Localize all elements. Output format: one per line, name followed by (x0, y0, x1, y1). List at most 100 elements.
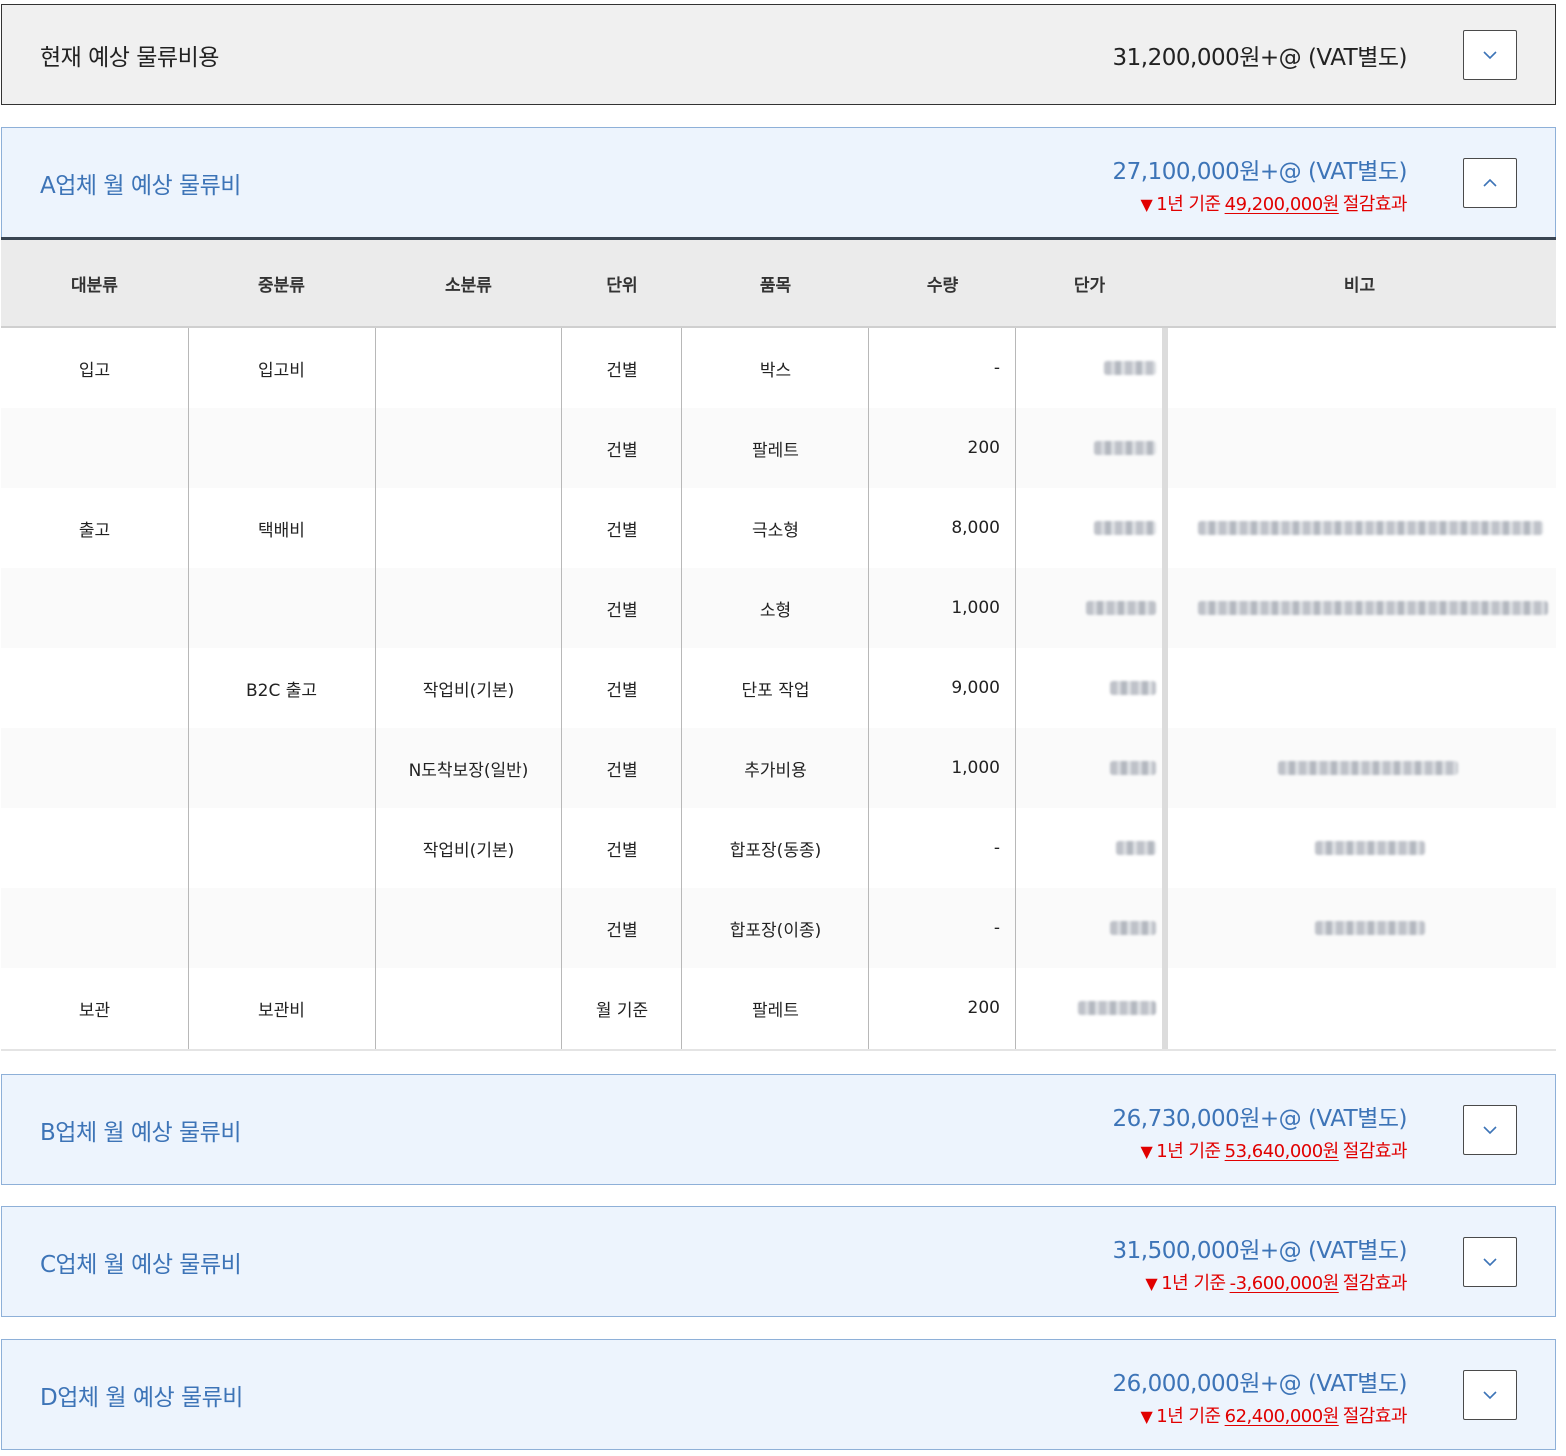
vendor-b-panel: B업체 월 예상 물류비 26,730,000원+@ (VAT별도) ▼ 1년 기… (1, 1074, 1556, 1185)
cell-qty: 200 (967, 998, 1000, 1018)
redacted-note (1198, 601, 1548, 615)
th-middle: 중분류 (258, 275, 305, 296)
th-price: 단가 (1073, 275, 1106, 296)
redacted-price (1094, 521, 1156, 535)
table-row: 보관 보관비 월 기준 팔레트 200 (1, 968, 1556, 1048)
cell-major (1, 648, 188, 728)
vendor-a-saving: ▼ 1년 기준 49,200,000원 절감효과 (1140, 190, 1407, 216)
cell-major (1, 808, 188, 888)
cell-unit: 건별 (606, 920, 638, 941)
scrollbar-divider (1162, 328, 1168, 1049)
table-row: 출고 택배비 건별 극소형 8,000 (1, 488, 1556, 568)
cell-major: 보관 (78, 1000, 111, 1021)
vendor-b-saving-value: 53,640,000원 (1224, 1141, 1340, 1162)
cell-middle (188, 808, 375, 888)
cell-unit: 건별 (606, 680, 638, 701)
vendor-c-title: C업체 월 예상 물류비 (40, 1251, 242, 1278)
cell-price-redacted (1016, 488, 1163, 568)
cell-middle: B2C 출고 (245, 680, 318, 701)
redacted-note (1315, 921, 1425, 935)
table-row: 건별 소형 1,000 (1, 568, 1556, 648)
current-cost-amount: 31,200,000원+@ (VAT별도) (1112, 44, 1408, 71)
th-item: 품목 (759, 275, 792, 296)
th-unit: 단위 (606, 275, 638, 296)
vendor-b-expand-button[interactable] (1463, 1104, 1517, 1155)
vendor-b-saving: ▼ 1년 기준 53,640,000원 절감효과 (1140, 1137, 1407, 1163)
vendor-d-expand-button[interactable] (1463, 1369, 1517, 1420)
cell-item: 팔레트 (752, 440, 799, 461)
table-header: 대분류 중분류 소분류 단위 품목 수량 단가 비고 (1, 240, 1556, 328)
table-row: 작업비(기본) 건별 합포장(동종) - (1, 808, 1556, 888)
cell-price-redacted (1016, 568, 1163, 648)
cell-middle (188, 568, 375, 648)
vendor-a-panel: A업체 월 예상 물류비 27,100,000원+@ (VAT별도) ▼ 1년 기… (1, 127, 1556, 238)
cell-price-redacted (1016, 808, 1163, 888)
cell-unit: 건별 (606, 600, 638, 621)
vendor-d-saving: ▼ 1년 기준 62,400,000원 절감효과 (1140, 1402, 1407, 1428)
cell-item: 추가비용 (744, 760, 807, 781)
column-divider (1015, 328, 1016, 1049)
redacted-price (1078, 1001, 1156, 1015)
current-cost-expand-button[interactable] (1463, 29, 1517, 80)
cell-item: 팔레트 (752, 1000, 799, 1021)
cell-major (1, 728, 188, 808)
cell-qty: - (993, 358, 1000, 378)
vendor-d-panel: D업체 월 예상 물류비 26,000,000원+@ (VAT별도) ▼ 1년 기… (1, 1339, 1556, 1450)
table-row: B2C 출고 작업비(기본) 건별 단포 작업 9,000 (1, 648, 1556, 728)
redacted-price (1110, 761, 1156, 775)
cell-minor (375, 488, 562, 568)
cell-minor (375, 328, 562, 408)
column-divider (561, 328, 562, 1049)
cell-minor (375, 968, 562, 1048)
current-cost-title: 현재 예상 물류비용 (40, 44, 219, 71)
triangle-down-icon: ▼ (1140, 1407, 1153, 1426)
cell-unit: 건별 (606, 360, 638, 381)
table-row: 건별 합포장(이종) - (1, 888, 1556, 968)
table-row: 입고 입고비 건별 박스 - (1, 328, 1556, 408)
vendor-b-title: B업체 월 예상 물류비 (40, 1119, 242, 1146)
vendor-d-amount: 26,000,000원+@ (VAT별도) (1112, 1371, 1408, 1397)
cell-middle: 보관비 (258, 1000, 305, 1021)
cell-unit: 건별 (606, 520, 638, 541)
cell-price-redacted (1016, 648, 1163, 728)
cell-minor (375, 568, 562, 648)
vendor-b-amount: 26,730,000원+@ (VAT별도) (1112, 1106, 1408, 1132)
triangle-down-icon: ▼ (1140, 1142, 1153, 1161)
cell-price-redacted (1016, 408, 1163, 488)
cell-middle: 입고비 (258, 360, 305, 381)
cell-item: 단포 작업 (741, 680, 810, 701)
cell-major (1, 888, 188, 968)
cell-minor: N도착보장(일반) (408, 760, 529, 781)
cell-minor (375, 888, 562, 968)
cell-price-redacted (1016, 328, 1163, 408)
vendor-c-saving-value: -3,600,000원 (1229, 1273, 1340, 1294)
redacted-price (1086, 601, 1156, 615)
cell-item: 박스 (759, 360, 792, 381)
vendor-d-saving-prefix: 1년 기준 (1156, 1406, 1221, 1427)
chevron-down-icon (1483, 50, 1497, 59)
cell-item: 합포장(이종) (729, 920, 822, 941)
cell-price-redacted (1016, 968, 1163, 1048)
cell-unit: 월 기준 (595, 1000, 649, 1021)
table-row: N도착보장(일반) 건별 추가비용 1,000 (1, 728, 1556, 808)
vendor-c-amount: 31,500,000원+@ (VAT별도) (1112, 1238, 1408, 1264)
cell-middle (188, 888, 375, 968)
redacted-price (1116, 841, 1156, 855)
cell-unit: 건별 (606, 840, 638, 861)
cell-middle (188, 408, 375, 488)
th-qty: 수량 (926, 275, 959, 296)
vendor-c-saving: ▼ 1년 기준 -3,600,000원 절감효과 (1145, 1269, 1407, 1295)
cell-qty: - (993, 918, 1000, 938)
column-divider (188, 328, 189, 1049)
cell-minor (375, 408, 562, 488)
th-major: 대분류 (71, 275, 118, 296)
vendor-c-expand-button[interactable] (1463, 1236, 1517, 1287)
cell-item: 극소형 (752, 520, 799, 541)
th-minor: 소분류 (445, 275, 492, 296)
redacted-price (1094, 441, 1156, 455)
vendor-a-collapse-button[interactable] (1463, 158, 1517, 208)
vendor-d-saving-value: 62,400,000원 (1224, 1406, 1340, 1427)
redacted-note (1198, 521, 1543, 535)
vendor-d-title: D업체 월 예상 물류비 (40, 1384, 243, 1411)
vendor-c-panel: C업체 월 예상 물류비 31,500,000원+@ (VAT별도) ▼ 1년 기… (1, 1206, 1556, 1317)
